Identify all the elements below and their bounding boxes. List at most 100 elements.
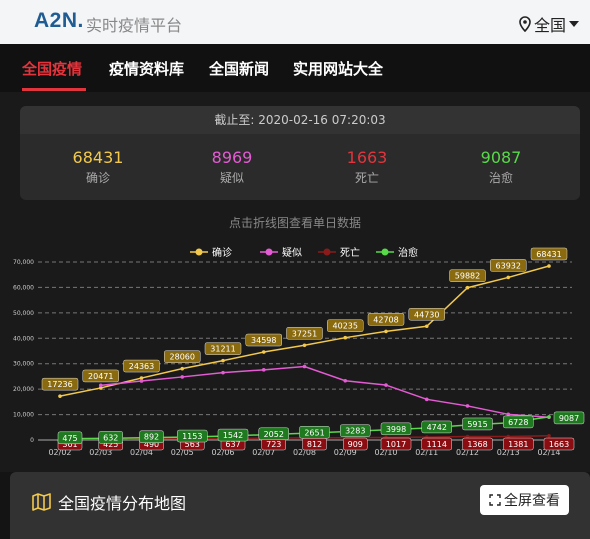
data-label: 68431 (536, 250, 561, 259)
legend-marker (323, 248, 331, 256)
region-label: 全国 (534, 16, 567, 35)
data-label: 20471 (88, 372, 113, 381)
data-label: 42708 (373, 315, 398, 324)
y-tick-label: 0 (30, 437, 34, 444)
logo[interactable]: A2N. (34, 9, 84, 33)
stat-confirmed-label: 确诊 (85, 171, 110, 185)
data-label: 3283 (345, 427, 365, 436)
legend-label: 治愈 (398, 246, 418, 259)
tab-websites[interactable]: 实用网站大全 (293, 58, 383, 79)
top-bar: A2N. 实时疫情平台 全国 (0, 0, 590, 44)
legend-marker (381, 248, 389, 256)
y-tick-label: 70,000 (13, 259, 34, 266)
active-tab-indicator (22, 88, 86, 91)
fullscreen-button[interactable]: 全屏查看 (480, 485, 569, 515)
location-pin-icon (519, 16, 531, 32)
legend-label: 死亡 (340, 246, 360, 259)
data-point (384, 329, 388, 334)
y-tick-label: 50,000 (13, 310, 34, 317)
data-label: 9087 (559, 414, 579, 423)
map-section: 全国疫情分布地图 全屏查看 (10, 472, 590, 539)
data-point (506, 434, 511, 439)
stat-suspected-label: 疑似 (219, 171, 244, 185)
stat-dead-label: 死亡 (354, 171, 379, 185)
data-point (139, 379, 144, 383)
stat-suspected: 8969 疑似 (162, 148, 302, 186)
stat-dead-value: 1663 (346, 148, 388, 167)
data-label: 475 (62, 434, 77, 443)
data-label: 6728 (508, 418, 528, 427)
data-point (302, 343, 307, 348)
trend-line-chart[interactable]: 0 10,000 20,000 30,000 40,000 50,000 60,000 70,… (0, 230, 590, 462)
data-label: 1114 (427, 440, 447, 449)
data-point (98, 383, 103, 388)
y-tick-label: 20,000 (13, 386, 34, 393)
stat-cured: 9087 治愈 (431, 148, 571, 186)
data-label: 2052 (264, 430, 284, 439)
data-label: 37251 (292, 329, 317, 338)
data-label: 1381 (508, 440, 528, 449)
data-label: 632 (103, 433, 118, 442)
data-point (506, 412, 511, 417)
data-point (506, 275, 511, 280)
data-point (221, 370, 225, 375)
expand-icon (489, 494, 501, 506)
tab-news[interactable]: 全国新闻 (209, 58, 269, 79)
data-label: 2651 (304, 428, 324, 437)
fullscreen-label: 全屏查看 (504, 493, 560, 509)
data-label: 1153 (182, 432, 202, 441)
data-point (180, 375, 185, 379)
stat-confirmed-value: 68431 (72, 148, 124, 167)
map-icon (32, 493, 51, 511)
stat-dead: 1663 死亡 (297, 148, 437, 186)
y-tick-label: 10,000 (13, 412, 34, 419)
data-label: 1663 (549, 440, 569, 449)
y-tick-label: 60,000 (13, 284, 34, 291)
y-tick-label: 40,000 (13, 335, 34, 342)
data-point (343, 378, 348, 383)
data-label: 63932 (496, 261, 521, 270)
chart-hint: 点击折线图查看单日数据 (228, 216, 361, 230)
region-selector[interactable]: 全国 (518, 12, 580, 36)
data-point (261, 350, 266, 354)
data-label: 812 (307, 440, 322, 449)
caret-down-icon (569, 21, 580, 27)
data-label: 28060 (170, 353, 195, 362)
legend-marker (265, 248, 273, 256)
main-panel: 截止至: 2020-02-16 07:20:03 68431 确诊 8969 疑… (0, 92, 590, 472)
data-label: 44730 (414, 310, 439, 319)
data-label: 1017 (386, 440, 406, 449)
data-point (180, 366, 185, 371)
legend-label: 确诊 (212, 246, 232, 259)
data-label: 17236 (47, 380, 72, 389)
data-point (465, 404, 470, 408)
stat-suspected-value: 8969 (211, 148, 253, 167)
series-line (100, 365, 550, 418)
nav-tabs: 全国疫情 疫情资料库 全国新闻 实用网站大全 (0, 44, 590, 92)
data-label: 59882 (455, 272, 480, 281)
stats-card: 截止至: 2020-02-16 07:20:03 68431 确诊 8969 疑… (20, 106, 580, 200)
stat-cured-label: 治愈 (488, 171, 513, 185)
data-label: 4742 (427, 423, 447, 432)
data-label: 24363 (129, 362, 154, 371)
data-label: 1368 (467, 440, 487, 449)
legend-marker (195, 248, 203, 256)
data-point (424, 397, 429, 402)
data-point (261, 368, 266, 372)
map-title: 全国疫情分布地图 (32, 490, 186, 514)
data-point (547, 264, 551, 268)
data-point (424, 324, 429, 329)
data-label: 892 (144, 433, 159, 442)
map-title-text: 全国疫情分布地图 (58, 494, 187, 513)
data-label: 34598 (251, 336, 276, 345)
update-time: 截止至: 2020-02-16 07:20:03 (20, 106, 580, 134)
data-label: 40235 (333, 322, 358, 331)
data-point (58, 394, 62, 398)
app-title: 实时疫情平台 (86, 16, 183, 35)
tab-database[interactable]: 疫情资料库 (109, 58, 184, 79)
stat-cured-value: 9087 (480, 148, 522, 167)
data-label: 1542 (223, 431, 243, 440)
tab-national[interactable]: 全国疫情 (22, 58, 82, 79)
data-label: 909 (348, 440, 363, 449)
data-point (384, 383, 388, 387)
